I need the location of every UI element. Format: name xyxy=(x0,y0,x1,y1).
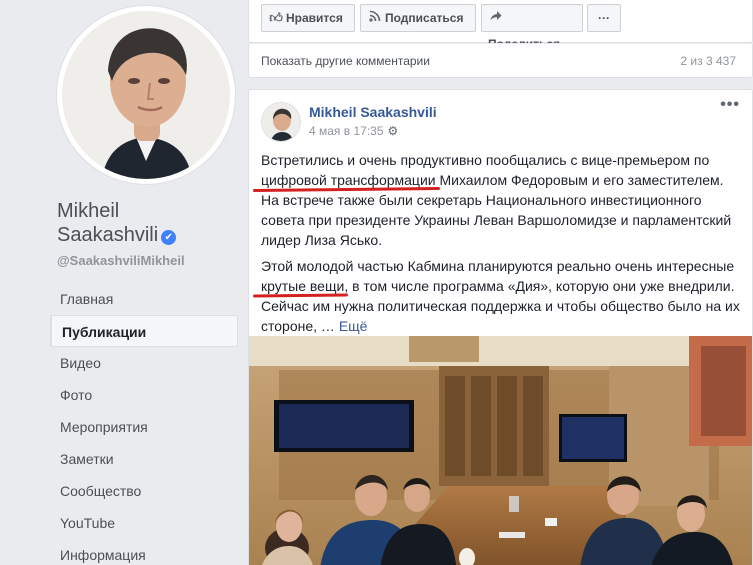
verified-badge-icon: ✔ xyxy=(161,230,177,245)
subscribe-button[interactable]: Подписаться xyxy=(360,4,476,32)
highlighted-phrase: цифровой трансформации xyxy=(261,172,436,188)
page-nav: Главная Публикации Видео Фото Мероприяти… xyxy=(50,283,238,565)
share-button[interactable]: Поделиться xyxy=(481,4,583,51)
post-options-button[interactable]: ••• xyxy=(720,96,740,114)
like-button[interactable]: 👍︎ Нравится xyxy=(261,4,355,32)
share-arrow-icon xyxy=(488,5,504,31)
show-more-comments-link[interactable]: Показать другие комментарии xyxy=(261,54,430,68)
post-author-name[interactable]: Mikheil Saakashvili xyxy=(309,104,437,120)
post-text-span: Встретились и очень продуктивно пообщали… xyxy=(261,152,710,168)
nav-item-youtube[interactable]: YouTube xyxy=(50,507,238,539)
post-paragraph-1: Встретились и очень продуктивно пообщали… xyxy=(261,150,745,250)
post-meta: 4 мая в 17:35 ⚙ xyxy=(309,124,398,138)
page-title-line1: Mikheil xyxy=(57,200,120,222)
nav-item-community[interactable]: Сообщество xyxy=(50,475,238,507)
meeting-photo-image xyxy=(249,336,752,565)
page-title[interactable]: Mikheil Saakashvili ✔ xyxy=(57,199,242,247)
page-handle[interactable]: @SaakashviliMikheil xyxy=(57,253,185,268)
rss-icon xyxy=(367,5,383,31)
post-text: Встретились и очень продуктивно пообщали… xyxy=(261,150,745,342)
nav-item-notes[interactable]: Заметки xyxy=(50,443,238,475)
like-button-label: Нравится xyxy=(286,11,343,25)
nav-item-videos[interactable]: Видео xyxy=(50,347,238,379)
nav-item-about[interactable]: Информация xyxy=(50,539,238,565)
privacy-gear-icon[interactable]: ⚙ xyxy=(388,124,399,138)
profile-photo-image xyxy=(62,11,230,179)
post-author-avatar[interactable] xyxy=(261,102,301,142)
more-actions-button[interactable]: ··· xyxy=(587,4,621,32)
post-text-span: Этой молодой частью Кабмина планируются … xyxy=(261,258,735,274)
post-photo[interactable] xyxy=(249,336,752,565)
nav-item-events[interactable]: Мероприятия xyxy=(50,411,238,443)
highlighted-phrase: крутые вещи xyxy=(261,278,345,294)
comment-count: 2 из 3 437 xyxy=(680,54,736,68)
post-paragraph-2: Этой молодой частью Кабмина планируются … xyxy=(261,256,745,336)
page-actions-bar: 👍︎Нравится Подписаться Поделиться ··· xyxy=(248,0,753,51)
post-timestamp[interactable]: 4 мая в 17:35 xyxy=(309,124,384,138)
post-card: Mikheil Saakashvili 4 мая в 17:35 ⚙ ••• В… xyxy=(248,89,753,565)
page-title-line2: Saakashvili xyxy=(57,224,159,246)
subscribe-button-label: Подписаться xyxy=(385,11,464,25)
profile-avatar[interactable] xyxy=(62,11,230,179)
ellipsis: … xyxy=(320,318,339,334)
nav-item-photos[interactable]: Фото xyxy=(50,379,238,411)
comments-bar: Показать другие комментарии 2 из 3 437 xyxy=(248,43,753,78)
thumbs-up-icon: 👍︎ xyxy=(269,10,283,25)
see-more-link[interactable]: Ещё xyxy=(339,318,368,334)
nav-item-posts[interactable]: Публикации xyxy=(50,315,238,347)
profile-avatar-frame[interactable] xyxy=(57,6,235,184)
nav-item-home[interactable]: Главная xyxy=(50,283,238,315)
